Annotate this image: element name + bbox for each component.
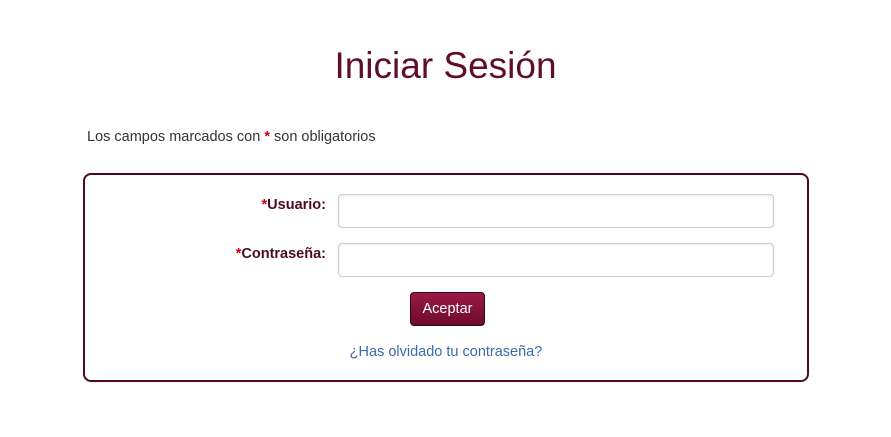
page-title: Iniciar Sesión (334, 45, 557, 86)
password-input[interactable] (338, 243, 774, 277)
login-form: *Usuario: *Contraseña: Aceptar ¿Has olvi… (83, 173, 809, 382)
forgot-password-link[interactable]: ¿Has olvidado tu contraseña? (85, 344, 807, 361)
accept-button[interactable]: Aceptar (410, 292, 485, 326)
required-fields-note: Los campos marcados con * son obligatori… (87, 129, 376, 146)
login-page: Iniciar Sesión Los campos marcados con *… (0, 0, 891, 437)
username-label-text: Usuario: (267, 197, 326, 213)
password-label: *Contraseña: (236, 246, 326, 263)
required-note-prefix: Los campos marcados con (87, 129, 261, 145)
required-note-suffix: son obligatorios (274, 129, 376, 145)
required-note-asterisk: * (264, 129, 270, 145)
username-label: *Usuario: (262, 197, 326, 214)
password-label-text: Contraseña: (241, 246, 326, 262)
username-input[interactable] (338, 194, 774, 228)
